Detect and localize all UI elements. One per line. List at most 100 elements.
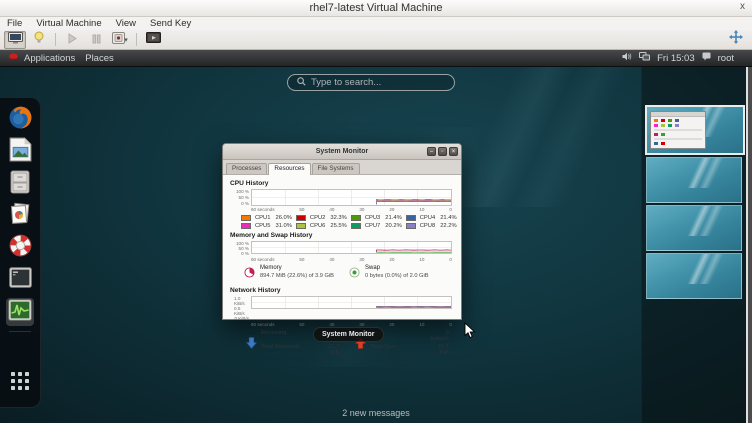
system-monitor-icon	[8, 299, 32, 326]
applications-menu[interactable]: Applications	[19, 50, 80, 66]
libreoffice-document-icon	[9, 137, 32, 167]
dash-item-help[interactable]	[6, 234, 34, 262]
message-tray[interactable]: 2 new messages	[0, 408, 752, 418]
user-icon	[702, 52, 711, 64]
swap-circle-icon	[349, 265, 360, 283]
legend-cpu6: CPU625.5%	[296, 223, 347, 229]
cpu-history-title: CPU History	[230, 180, 454, 187]
legend-cpu1: CPU126.0%	[241, 215, 292, 221]
workspace-thumbnail-3[interactable]	[646, 205, 742, 251]
memory-y-axis: 100 %50 %0 %	[234, 241, 251, 256]
console-button[interactable]	[4, 31, 26, 49]
menu-virtual-machine[interactable]: Virtual Machine	[29, 18, 108, 29]
screen: rhel7-latest Virtual Machine x File Virt…	[0, 0, 752, 423]
vm-menubar: File Virtual Machine View Send Key	[0, 17, 752, 30]
cpu-legend: CPU126.0% CPU232.3% CPU321.4% CPU421.4% …	[241, 215, 452, 229]
vm-titlebar[interactable]: rhel7-latest Virtual Machine x	[0, 0, 752, 17]
displays-icon[interactable]	[639, 52, 650, 64]
user-menu[interactable]: root	[718, 53, 734, 64]
network-y-axis: 1.0 KiB/s0.5 KiB/s0 KiB/s	[234, 296, 251, 321]
tab-file-systems[interactable]: File Systems	[312, 163, 360, 174]
firefox-icon	[8, 105, 33, 135]
terminal-icon	[9, 267, 32, 293]
network-plot	[251, 296, 452, 309]
pause-icon	[92, 31, 101, 49]
console-icon	[8, 31, 23, 49]
maximize-button[interactable]: ▫	[438, 147, 447, 156]
tab-resources[interactable]: Resources	[268, 163, 310, 175]
distro-logo-icon	[8, 52, 19, 65]
memory-x-axis: 60 seconds50403020100	[251, 257, 452, 262]
toolbar-separator	[136, 33, 137, 46]
system-monitor-window[interactable]: System Monitor – ▫ × Processes Resources…	[222, 143, 462, 320]
workspace-thumbnail-2[interactable]	[646, 157, 742, 203]
scrollbar[interactable]	[746, 67, 748, 423]
vm-close-button[interactable]: x	[740, 1, 745, 12]
details-button[interactable]	[28, 31, 50, 49]
workspace-thumbnail-4[interactable]	[646, 253, 742, 299]
dash	[0, 97, 41, 408]
fullscreen-button[interactable]	[142, 31, 164, 49]
legend-memory: Memory894.7 MiB (22.6%) of 3.9 GiB	[244, 265, 349, 283]
workspace-thumbnail-1[interactable]	[645, 105, 745, 155]
lightbulb-icon	[34, 31, 44, 49]
wallpaper-streak	[675, 254, 735, 284]
cpu2-swatch	[296, 215, 306, 221]
menu-view[interactable]: View	[109, 18, 143, 29]
dash-item-firefox[interactable]	[6, 106, 34, 134]
memory-legend: Memory894.7 MiB (22.6%) of 3.9 GiB Swap0…	[244, 265, 454, 283]
minimize-button[interactable]: –	[427, 147, 436, 156]
cpu-plot	[251, 189, 452, 206]
shutdown-dropdown-caret[interactable]: ▾	[124, 36, 128, 44]
system-monitor-tabs: Processes Resources File Systems	[223, 160, 461, 175]
dash-item-files[interactable]	[6, 170, 34, 198]
cpu5-swatch	[241, 223, 251, 229]
tab-processes[interactable]: Processes	[226, 163, 267, 174]
legend-cpu5: CPU531.0%	[241, 223, 292, 229]
window-caption-label: System Monitor	[322, 331, 375, 338]
legend-swap: Swap0 bytes (0.0%) of 2.0 GiB	[349, 265, 454, 283]
menu-send-key[interactable]: Send Key	[143, 18, 198, 29]
dash-item-system-monitor[interactable]	[6, 298, 34, 326]
dash-item-libreoffice[interactable]	[6, 138, 34, 166]
workspace-window-preview	[650, 111, 706, 149]
run-button[interactable]	[61, 31, 83, 49]
vm-toolbar: ▾	[0, 30, 752, 50]
cpu-x-axis: 60 seconds50403020100	[251, 207, 452, 212]
help-buoy-icon	[8, 233, 33, 263]
wallpaper-streak	[675, 206, 735, 236]
places-menu[interactable]: Places	[80, 50, 119, 66]
cpu4-swatch	[406, 215, 416, 221]
system-monitor-titlebar[interactable]: System Monitor – ▫ ×	[223, 144, 461, 160]
memory-history-title: Memory and Swap History	[230, 232, 454, 239]
cpu-history-graph: 100 %50 %0 % 60 seconds50403020100	[234, 189, 452, 212]
cpu8-swatch	[406, 223, 416, 229]
volume-icon[interactable]	[622, 52, 632, 64]
run-icon	[67, 31, 77, 49]
toolbar-separator	[55, 33, 56, 46]
cpu1-swatch	[241, 215, 251, 221]
menu-file[interactable]: File	[0, 18, 29, 29]
cpu6-swatch	[296, 223, 306, 229]
search-input[interactable]: Type to search...	[287, 74, 455, 91]
system-monitor-title: System Monitor	[316, 148, 369, 155]
cpu3-swatch	[351, 215, 361, 221]
resize-button[interactable]	[729, 30, 743, 49]
vm-title: rhel7-latest Virtual Machine	[309, 2, 442, 14]
memory-history-graph: 100 %50 %0 % 60 seconds50403020100	[234, 241, 452, 262]
legend-cpu4: CPU421.4%	[406, 215, 457, 221]
mouse-cursor	[464, 322, 476, 344]
close-button[interactable]: ×	[449, 147, 458, 156]
dash-item-documents[interactable]	[6, 202, 34, 230]
clock[interactable]: Fri 15:03	[657, 53, 695, 64]
shutdown-button[interactable]: ▾	[109, 31, 131, 49]
gnome-top-bar: Applications Places Fri 15:03 root	[0, 50, 752, 67]
legend-cpu2: CPU232.3%	[296, 215, 347, 221]
search-placeholder: Type to search...	[311, 77, 381, 88]
legend-cpu3: CPU321.4%	[351, 215, 402, 221]
dash-item-terminal[interactable]	[6, 266, 34, 294]
cpu-y-axis: 100 %50 %0 %	[234, 189, 251, 206]
pause-button[interactable]	[85, 31, 107, 49]
network-history-title: Network History	[230, 287, 454, 294]
show-applications-button[interactable]	[6, 369, 34, 397]
